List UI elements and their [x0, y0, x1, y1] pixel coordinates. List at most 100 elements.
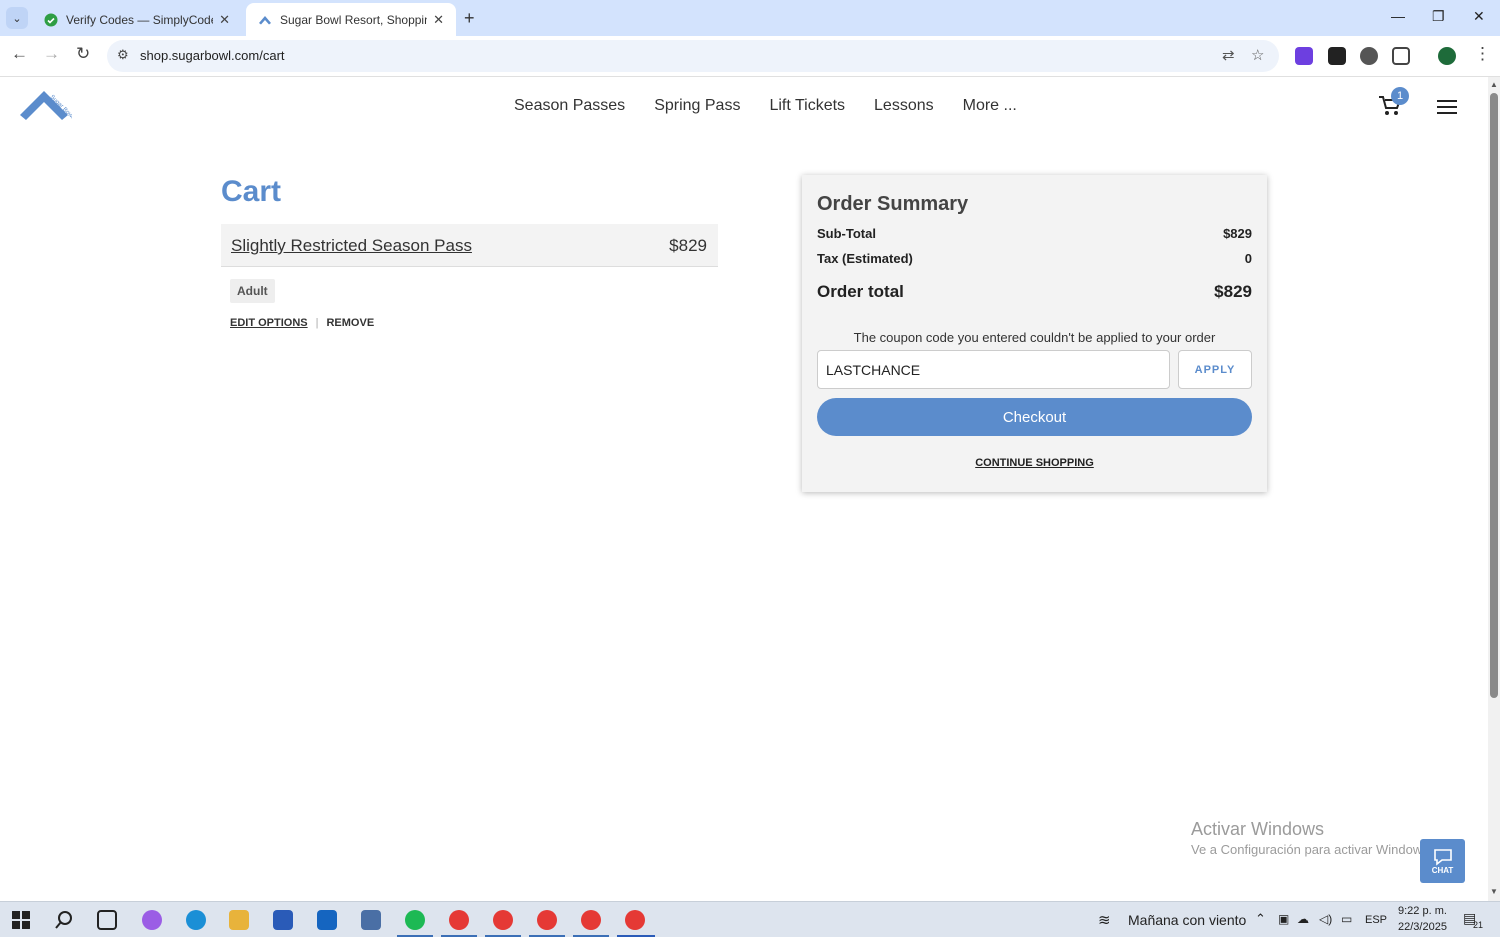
- hamburger-menu-icon[interactable]: [1437, 100, 1457, 114]
- clock-time[interactable]: 9:22 p. m.: [1398, 905, 1447, 917]
- tax-row: Tax (Estimated) 0: [817, 251, 1252, 266]
- nav-lessons[interactable]: Lessons: [874, 97, 934, 115]
- chrome-profile-l-icon[interactable]: [449, 910, 469, 930]
- windows-taskbar: ≋ Mañana con viento ⌃ ▣ ☁ ◁) ▭ ESP 9:22 …: [0, 901, 1500, 937]
- restore-icon[interactable]: ❐: [1432, 8, 1445, 25]
- new-tab-icon[interactable]: +: [464, 8, 475, 29]
- cart-item-price: $829: [669, 236, 707, 255]
- scroll-down-icon[interactable]: ▼: [1490, 887, 1498, 896]
- sugarbowl-favicon-icon: [259, 15, 271, 24]
- site-info-icon[interactable]: ⚙: [117, 47, 129, 63]
- extensions-puzzle-icon[interactable]: [1392, 47, 1410, 65]
- address-bar[interactable]: ⚙ shop.sugarbowl.com/cart ⇄ ☆: [107, 40, 1279, 72]
- cart-item-name-link[interactable]: Slightly Restricted Season Pass: [231, 236, 472, 256]
- search-icon[interactable]: [54, 910, 74, 930]
- order-total-value: $829: [1214, 282, 1252, 301]
- extension-robot-icon[interactable]: [1360, 47, 1378, 65]
- tab-title: Verify Codes — SimplyCodes: [66, 12, 214, 27]
- extension-badge-icon[interactable]: [1328, 47, 1346, 65]
- order-summary-panel: Order Summary Sub-Total $829 Tax (Estima…: [802, 175, 1267, 492]
- language-indicator[interactable]: ESP: [1365, 914, 1387, 926]
- chrome-profile-a-icon[interactable]: [625, 910, 645, 930]
- chat-button[interactable]: CHAT: [1420, 839, 1465, 883]
- network-icon[interactable]: ▭: [1341, 912, 1352, 926]
- sugarbowl-logo[interactable]: Sugar Bowl: [20, 87, 72, 125]
- subtotal-value: $829: [1223, 226, 1252, 241]
- clock-date[interactable]: 22/3/2025: [1398, 921, 1447, 933]
- translate-icon[interactable]: ⇄: [1222, 46, 1235, 64]
- simplycodes-favicon-icon: [44, 13, 58, 26]
- windows-activation-watermark: Activar Windows Ve a Configuración para …: [1191, 819, 1432, 857]
- edit-options-link[interactable]: EDIT OPTIONS: [230, 317, 308, 329]
- tab-search-button[interactable]: ⌄: [6, 7, 28, 29]
- edge-icon[interactable]: [186, 910, 206, 930]
- nav-lift-tickets[interactable]: Lift Tickets: [769, 97, 845, 115]
- tax-label: Tax (Estimated): [817, 251, 913, 266]
- subtotal-row: Sub-Total $829: [817, 226, 1252, 241]
- chrome-profile-icon[interactable]: [581, 910, 601, 930]
- browser-tab-strip: ⌄ Verify Codes — SimplyCodes ✕ Sugar Bow…: [0, 0, 1500, 36]
- file-explorer-icon[interactable]: [229, 910, 249, 930]
- show-hidden-icons-icon[interactable]: ⌃: [1255, 911, 1266, 927]
- chrome-profile-n-icon[interactable]: [537, 910, 557, 930]
- nav-more[interactable]: More ...: [963, 97, 1017, 115]
- order-total-label: Order total: [817, 282, 904, 301]
- weather-icon[interactable]: ≋: [1098, 911, 1111, 929]
- action-separator: |: [315, 317, 319, 329]
- scroll-up-icon[interactable]: ▲: [1490, 80, 1498, 89]
- browser-toolbar: ← → ↻ ⚙ shop.sugarbowl.com/cart ⇄ ☆ ⋮: [0, 36, 1500, 77]
- copilot-icon[interactable]: [142, 910, 162, 930]
- chevron-down-icon: ⌄: [12, 12, 22, 25]
- close-tab-icon[interactable]: ✕: [433, 12, 444, 28]
- spotify-icon[interactable]: [405, 910, 425, 930]
- onedrive-cloud-icon[interactable]: ☁: [1297, 912, 1309, 926]
- url-text[interactable]: shop.sugarbowl.com/cart: [140, 48, 285, 63]
- order-total-row: Order total $829: [817, 282, 1252, 302]
- tab-sugarbowl[interactable]: Sugar Bowl Resort, Shopping C ✕: [246, 3, 456, 36]
- page-title: Cart: [221, 175, 282, 208]
- extension-a-icon[interactable]: [1295, 47, 1313, 65]
- task-view-icon[interactable]: [97, 910, 117, 930]
- tab-simplycodes[interactable]: Verify Codes — SimplyCodes ✕: [32, 3, 242, 36]
- close-tab-icon[interactable]: ✕: [219, 12, 230, 28]
- store-icon[interactable]: [273, 910, 293, 930]
- activation-title: Activar Windows: [1191, 819, 1325, 839]
- tab-title: Sugar Bowl Resort, Shopping C: [280, 12, 427, 27]
- meet-icon[interactable]: ▣: [1278, 912, 1289, 926]
- notification-count: 21: [1473, 920, 1484, 930]
- weather-text[interactable]: Mañana con viento: [1128, 912, 1246, 928]
- back-icon[interactable]: ←: [11, 44, 28, 64]
- close-window-icon[interactable]: ✕: [1473, 8, 1485, 25]
- chat-bubble-icon: [1433, 848, 1452, 866]
- subtotal-label: Sub-Total: [817, 226, 876, 241]
- apply-coupon-button[interactable]: APPLY: [1178, 350, 1252, 389]
- scrollbar-thumb[interactable]: [1490, 93, 1498, 698]
- coupon-code-input[interactable]: [817, 350, 1170, 389]
- cart-item-option-chip: Adult: [230, 279, 275, 303]
- chrome-profile-m-icon[interactable]: [493, 910, 513, 930]
- remove-link[interactable]: REMOVE: [326, 317, 374, 329]
- reload-icon[interactable]: ↻: [76, 44, 90, 64]
- calculator-icon[interactable]: [361, 910, 381, 930]
- outlook-icon[interactable]: [317, 910, 337, 930]
- page-content: Sugar Bowl Season Passes Spring Pass Lif…: [0, 77, 1488, 901]
- nav-season-passes[interactable]: Season Passes: [514, 97, 625, 115]
- bookmark-star-icon[interactable]: ☆: [1251, 46, 1264, 64]
- page-scrollbar[interactable]: ▲ ▼: [1488, 77, 1500, 901]
- menu-kebab-icon[interactable]: ⋮: [1474, 44, 1491, 64]
- checkout-button[interactable]: Checkout: [817, 398, 1252, 436]
- profile-avatar[interactable]: [1438, 47, 1456, 65]
- order-summary-title: Order Summary: [817, 193, 969, 215]
- volume-icon[interactable]: ◁): [1319, 912, 1332, 926]
- main-nav: Season Passes Spring Pass Lift Tickets L…: [514, 97, 1046, 115]
- nav-spring-pass[interactable]: Spring Pass: [654, 97, 740, 115]
- continue-shopping-link[interactable]: CONTINUE SHOPPING: [817, 457, 1252, 469]
- cart-count-badge: 1: [1391, 87, 1409, 105]
- coupon-error-message: The coupon code you entered couldn't be …: [853, 330, 1216, 345]
- tax-value: 0: [1244, 251, 1252, 266]
- minimize-icon[interactable]: —: [1391, 8, 1405, 24]
- forward-icon[interactable]: →: [43, 44, 60, 64]
- windows-start-icon[interactable]: [11, 910, 31, 930]
- activation-subtitle: Ve a Configuración para activar Windows.: [1191, 842, 1433, 857]
- cart-item-row: Slightly Restricted Season Pass $829: [221, 224, 718, 267]
